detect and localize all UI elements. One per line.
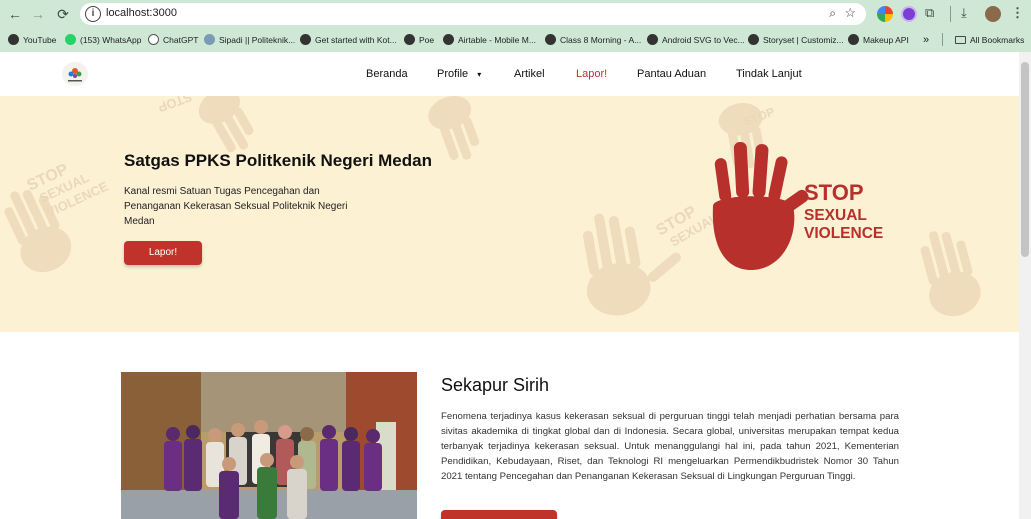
bookmark-android-svg[interactable]: Android SVG to Vec... <box>647 32 745 47</box>
nav-profile-label: Profile <box>437 68 469 80</box>
chrome-extension-icon[interactable] <box>877 6 893 22</box>
browser-menu-icon[interactable]: ⋮ <box>1011 5 1024 21</box>
bookmark-sipadi[interactable]: Sipadi || Politeknik... <box>204 32 295 47</box>
red-hand-icon <box>712 141 809 271</box>
bookmark-kotlin[interactable]: Get started with Kot... <box>300 32 397 47</box>
logo-sexual-text: SEXUAL <box>804 207 867 224</box>
bookmark-divider <box>942 33 943 46</box>
bookmark-label: Class 8 Morning - A... <box>560 34 642 45</box>
bookmark-label: Poe <box>419 34 435 45</box>
globe-icon <box>748 34 759 45</box>
chevron-down-icon: ▾ <box>477 70 482 79</box>
globe-icon <box>404 34 415 45</box>
nav-lapor[interactable]: Lapor! <box>576 68 607 80</box>
profile-extension-icon[interactable] <box>901 6 917 22</box>
globe-icon <box>545 34 556 45</box>
bookmark-label: (153) WhatsApp <box>80 34 142 45</box>
scrollbar-thumb[interactable] <box>1021 62 1029 257</box>
more-bookmarks-button[interactable]: » <box>923 32 929 47</box>
group-photo-illustration <box>121 372 417 519</box>
about-text: Fenomena terjadinya kasus kekerasan seks… <box>441 411 899 482</box>
bookmark-label: Makeup API <box>863 34 909 45</box>
youtube-icon <box>8 34 19 45</box>
globe-icon <box>443 34 454 45</box>
bookmark-label: Storyset | Customiz... <box>763 34 844 45</box>
bookmark-label: Get started with Kot... <box>315 34 397 45</box>
extensions-puzzle-icon[interactable]: ⧉ <box>925 5 934 21</box>
nav-profile[interactable]: Profile ▾ <box>437 68 481 80</box>
site-logo[interactable] <box>62 62 88 86</box>
globe-icon <box>300 34 311 45</box>
about-title: Sekapur Sirih <box>441 375 550 395</box>
site-navbar: Beranda Profile ▾ Artikel Lapor! Pantau … <box>0 52 1019 96</box>
toolbar-divider <box>950 6 951 22</box>
bookmark-star-icon[interactable]: ☆ <box>844 5 856 21</box>
hero-description: Kanal resmi Satuan Tugas Pencegahan dan … <box>124 186 348 227</box>
bookmark-makeup-api[interactable]: Makeup API <box>848 32 909 47</box>
logo-stop-text: STOP <box>804 180 864 205</box>
logo-mark <box>68 68 82 82</box>
bookmarks-bar: YouTube (153) WhatsApp ChatGPT Sipadi ||… <box>0 29 1031 50</box>
bookmark-label: Sipadi || Politeknik... <box>219 34 296 45</box>
download-icon[interactable]: ⤓ <box>961 5 967 21</box>
hero-title: Satgas PPKS Politkenik Negeri Medan <box>124 151 432 170</box>
stop-sexual-violence-logo: STOP SEXUAL VIOLENCE <box>712 141 883 271</box>
bookmark-airtable[interactable]: Airtable - Mobile M... <box>443 32 536 47</box>
watermark-stop: STOP <box>156 96 194 115</box>
logo-violence-text: VIOLENCE <box>804 225 883 242</box>
sipadi-icon <box>204 34 215 45</box>
forward-icon[interactable]: → <box>29 5 47 23</box>
bookmark-label: ChatGPT <box>163 34 199 45</box>
group-photo <box>121 372 417 519</box>
nav-beranda[interactable]: Beranda <box>366 68 408 80</box>
hero-lapor-button[interactable]: Lapor! <box>124 241 202 265</box>
bookmark-storyset[interactable]: Storyset | Customiz... <box>748 32 844 47</box>
url-text[interactable]: localhost:3000 <box>106 7 177 19</box>
avatar[interactable] <box>985 6 1001 22</box>
bookmark-label: YouTube <box>23 34 57 45</box>
about-more-button[interactable] <box>441 510 557 519</box>
bookmark-poe[interactable]: Poe <box>404 32 434 47</box>
bookmark-class8[interactable]: Class 8 Morning - A... <box>545 32 641 47</box>
whatsapp-icon <box>65 34 76 45</box>
hero-section: STOP SEXUAL VIOLENCE STOP SEXUAL STOP ST… <box>0 96 1019 332</box>
bookmark-youtube[interactable]: YouTube <box>8 32 56 47</box>
chatgpt-icon <box>148 34 159 45</box>
bookmark-label: All Bookmarks <box>970 34 1025 45</box>
page-scrollbar[interactable] <box>1019 52 1031 519</box>
globe-icon <box>848 34 859 45</box>
about-section: Sekapur Sirih Fenomena terjadinya kasus … <box>0 332 1019 519</box>
address-bar[interactable]: i localhost:3000 ⌕ ☆ <box>80 3 866 25</box>
bookmark-chatgpt[interactable]: ChatGPT <box>148 32 198 47</box>
zoom-icon[interactable]: ⌕ <box>829 6 836 21</box>
site-info-icon[interactable]: i <box>85 6 101 22</box>
folder-icon <box>955 35 966 44</box>
globe-icon <box>647 34 658 45</box>
nav-pantau-aduan[interactable]: Pantau Aduan <box>637 68 706 80</box>
nav-artikel[interactable]: Artikel <box>514 68 545 80</box>
back-icon[interactable]: ← <box>6 5 24 23</box>
all-bookmarks-button[interactable]: All Bookmarks <box>955 32 1024 47</box>
bookmark-whatsapp[interactable]: (153) WhatsApp <box>65 32 141 47</box>
bookmark-label: Airtable - Mobile M... <box>458 34 536 45</box>
browser-toolbar: ← → ⟳ i localhost:3000 ⌕ ☆ ⧉ ⤓ ⋮ <box>0 0 1031 29</box>
reload-icon[interactable]: ⟳ <box>54 5 72 23</box>
nav-tindak-lanjut[interactable]: Tindak Lanjut <box>736 68 802 80</box>
browser-chrome: ← → ⟳ i localhost:3000 ⌕ ☆ ⧉ ⤓ ⋮ YouTube… <box>0 0 1031 52</box>
bookmark-label: Android SVG to Vec... <box>662 34 745 45</box>
